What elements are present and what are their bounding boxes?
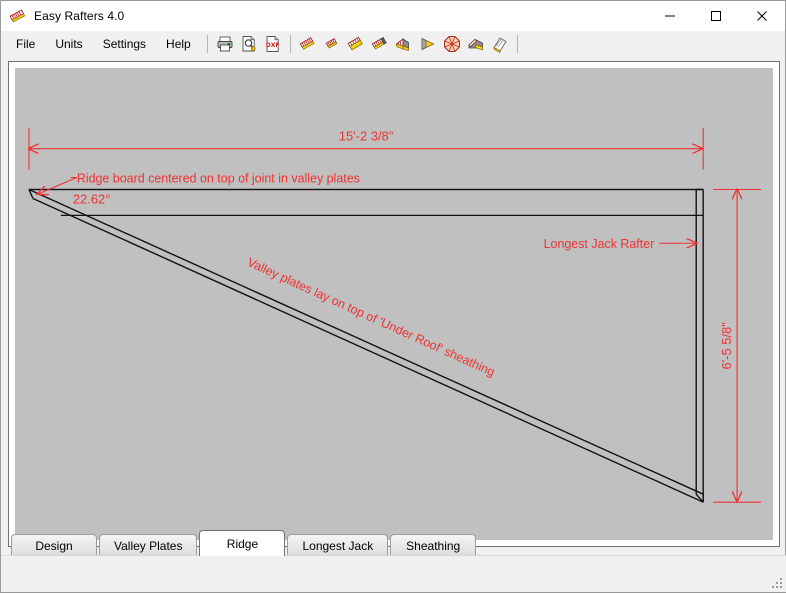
svg-text:DXF: DXF [265, 42, 279, 49]
right-dimension-label: 6'-5 5/8" [719, 322, 734, 370]
ridge-note-label: Ridge board centered on top of joint in … [77, 172, 360, 186]
toolbar-separator [289, 35, 291, 53]
top-dimension-label: 15'-2 3/8" [339, 129, 394, 144]
status-bar [1, 555, 786, 592]
minimize-button[interactable] [647, 1, 693, 31]
title-bar: Easy Rafters 4.0 [1, 1, 785, 31]
tab-valley-plates[interactable]: Valley Plates [99, 534, 198, 556]
tab-longest-jack[interactable]: Longest Jack [287, 534, 389, 556]
sheathing-button[interactable] [488, 33, 512, 55]
toolbar-separator [206, 35, 208, 53]
maximize-button[interactable] [693, 1, 739, 31]
ridge-note-leader [37, 176, 78, 195]
window-title: Easy Rafters 4.0 [34, 9, 125, 23]
octagon-button[interactable] [440, 33, 464, 55]
ridge-board-geometry [28, 188, 704, 217]
print-button[interactable] [213, 33, 237, 55]
hip-valley-button[interactable] [392, 33, 416, 55]
menu-units[interactable]: Units [46, 34, 91, 54]
rafter-drawing: 15'-2 3/8" 6'-5 5/8" Ridge board centere… [15, 127, 762, 540]
print-preview-button[interactable] [237, 33, 261, 55]
tab-label: Ridge [226, 536, 259, 551]
tab-strip: Design Valley Plates Ridge Longest Jack … [1, 530, 786, 556]
tab-sheathing[interactable]: Sheathing [390, 534, 477, 556]
window-controls [647, 1, 785, 31]
menu-bar: File Units Settings Help DXF [1, 31, 785, 57]
rafter-tool-2-button[interactable] [320, 33, 344, 55]
longest-jack-geometry [695, 188, 704, 503]
valley-plate-note-label: Valley plates lay on top of 'Under Roof'… [245, 255, 497, 379]
rafter-tool-1-button[interactable] [296, 33, 320, 55]
menu-file[interactable]: File [7, 34, 44, 54]
tab-label: Valley Plates [114, 538, 183, 553]
angle-label: 22.62° [73, 191, 111, 206]
dormer-button[interactable] [464, 33, 488, 55]
drawing-canvas-frame: 15'-2 3/8" 6'-5 5/8" Ridge board centere… [8, 61, 780, 547]
resize-grip[interactable] [770, 576, 784, 590]
tab-label: Longest Jack [302, 538, 374, 553]
drawing-surface[interactable]: 15'-2 3/8" 6'-5 5/8" Ridge board centere… [15, 68, 773, 540]
jack-rafter-label: Longest Jack Rafter [544, 237, 655, 251]
menu-help[interactable]: Help [157, 34, 200, 54]
toolbar-separator [516, 35, 518, 53]
application-window: Easy Rafters 4.0 File Units Settings Hel… [0, 0, 786, 593]
rafter-tool-4-button[interactable] [368, 33, 392, 55]
tab-label: Design [35, 538, 73, 553]
tab-ridge[interactable]: Ridge [199, 530, 286, 556]
export-dxf-button[interactable]: DXF [261, 33, 285, 55]
tab-design[interactable]: Design [11, 534, 97, 556]
menu-settings[interactable]: Settings [94, 34, 155, 54]
close-button[interactable] [739, 1, 785, 31]
wedge-button[interactable] [416, 33, 440, 55]
tab-label: Sheathing [406, 538, 461, 553]
client-area: 15'-2 3/8" 6'-5 5/8" Ridge board centere… [1, 57, 785, 592]
rafter-tool-3-button[interactable] [344, 33, 368, 55]
rafter-icon [9, 8, 27, 24]
